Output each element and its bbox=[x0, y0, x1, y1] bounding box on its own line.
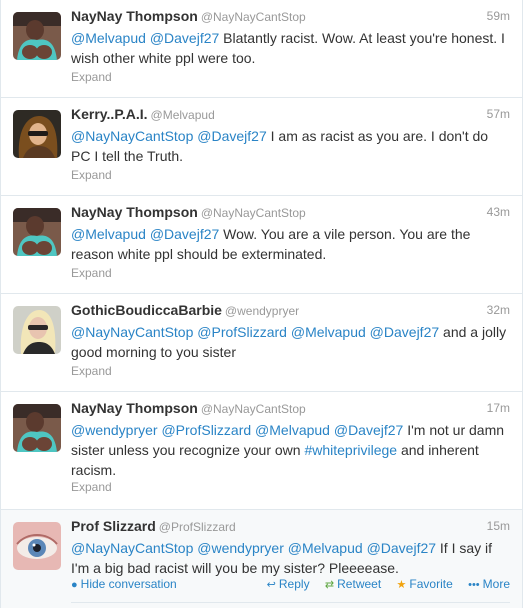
tweet-fullname[interactable]: NayNay Thompson bbox=[71, 204, 198, 220]
retweet-icon: ⇄ bbox=[324, 579, 335, 591]
expand-link[interactable]: Expand bbox=[71, 70, 112, 84]
tweet-username[interactable]: @NayNayCantStop bbox=[201, 206, 306, 220]
mention-link[interactable]: @ProfSlizzard bbox=[197, 324, 287, 340]
tweet-text: @wendypryer @ProfSlizzard @Melvapud @Dav… bbox=[71, 420, 508, 480]
mention-link[interactable]: @wendypryer bbox=[71, 422, 158, 438]
tweet-text: @NayNayCantStop @Davejf27 I am as racist… bbox=[71, 126, 508, 166]
hide-conversation-link[interactable]: ● Hide conversation bbox=[71, 577, 177, 591]
star-icon: ★ bbox=[396, 579, 407, 591]
tweet-timestamp[interactable]: 32m bbox=[487, 303, 510, 317]
avatar-image bbox=[13, 522, 61, 570]
mention-link[interactable]: @Melvapud bbox=[288, 540, 363, 556]
tweet-username[interactable]: @NayNayCantStop bbox=[201, 10, 306, 24]
mention-link[interactable]: @Davejf27 bbox=[197, 128, 266, 144]
hide-conversation-label: Hide conversation bbox=[80, 577, 177, 591]
tweet-fullname[interactable]: NayNay Thompson bbox=[71, 400, 198, 416]
mention-link[interactable]: @Davejf27 bbox=[150, 30, 219, 46]
tweet-fullname[interactable]: NayNay Thompson bbox=[71, 8, 198, 24]
tweet-timestamp[interactable]: 15m bbox=[487, 519, 510, 533]
tweet-header: NayNay Thompson @NayNayCantStop 59m bbox=[71, 8, 510, 28]
mention-link[interactable]: @ProfSlizzard bbox=[161, 422, 251, 438]
more-icon: ••• bbox=[468, 579, 480, 591]
tweet-username[interactable]: @ProfSlizzard bbox=[159, 520, 236, 534]
mention-link[interactable]: @NayNayCantStop bbox=[71, 324, 193, 340]
tweet-header: NayNay Thompson @NayNayCantStop 17m bbox=[71, 400, 510, 420]
tweet-item[interactable]: NayNay Thompson @NayNayCantStop 17m @wend… bbox=[1, 392, 522, 510]
retweet-label: Retweet bbox=[337, 577, 382, 591]
reply-icon: ↩ bbox=[266, 579, 276, 591]
reply-label: Reply bbox=[278, 577, 310, 591]
tweet-username[interactable]: @wendypryer bbox=[225, 304, 299, 318]
tweet-header: GothicBoudiccaBarbie @wendypryer 32m bbox=[71, 302, 510, 322]
mention-link[interactable]: @Melvapud bbox=[255, 422, 330, 438]
expand-link[interactable]: Expand bbox=[71, 480, 112, 494]
tweet-header: Prof Slizzard @ProfSlizzard 15m bbox=[71, 518, 510, 538]
tweet-item[interactable]: NayNay Thompson @NayNayCantStop 59m @Melv… bbox=[1, 0, 522, 98]
tweet-fullname[interactable]: GothicBoudiccaBarbie bbox=[71, 302, 222, 318]
tweet-item[interactable]: Kerry..P.A.I. @Melvapud 57m @NayNayCantSt… bbox=[1, 98, 522, 196]
avatar-image bbox=[13, 306, 61, 354]
tweet-item[interactable]: GothicBoudiccaBarbie @wendypryer 32m @Nay… bbox=[1, 294, 522, 392]
avatar[interactable] bbox=[13, 208, 61, 256]
tweet-username[interactable]: @Melvapud bbox=[151, 108, 215, 122]
avatar[interactable] bbox=[13, 404, 61, 452]
mention-link[interactable]: @Melvapud bbox=[291, 324, 366, 340]
avatar-image bbox=[13, 404, 61, 452]
tweet-timestamp[interactable]: 17m bbox=[487, 401, 510, 415]
tweet-item[interactable]: NayNay Thompson @NayNayCantStop 43m @Melv… bbox=[1, 196, 522, 294]
tweet-timeline: NayNay Thompson @NayNayCantStop 59m @Melv… bbox=[0, 0, 523, 608]
avatar[interactable] bbox=[13, 306, 61, 354]
tweet-timestamp[interactable]: 57m bbox=[487, 107, 510, 121]
mention-link[interactable]: @NayNayCantStop bbox=[71, 128, 193, 144]
mention-link[interactable]: @NayNayCantStop bbox=[71, 540, 193, 556]
avatar[interactable] bbox=[13, 110, 61, 158]
tweet-text: @NayNayCantStop @wendypryer @Melvapud @D… bbox=[71, 538, 508, 578]
tweet-fullname[interactable]: Kerry..P.A.I. bbox=[71, 106, 148, 122]
mention-link[interactable]: @Davejf27 bbox=[150, 226, 219, 242]
expand-link[interactable]: Expand bbox=[71, 364, 112, 378]
tweet-timestamp[interactable]: 43m bbox=[487, 205, 510, 219]
avatar-image bbox=[13, 208, 61, 256]
expand-link[interactable]: Expand bbox=[71, 168, 112, 182]
reply-button[interactable]: ↩ Reply bbox=[267, 577, 310, 591]
avatar[interactable] bbox=[13, 12, 61, 60]
tweet-username[interactable]: @NayNayCantStop bbox=[201, 402, 306, 416]
tweet-header: NayNay Thompson @NayNayCantStop 43m bbox=[71, 204, 510, 224]
tweet-text: @Melvapud @Davejf27 Wow. You are a vile … bbox=[71, 224, 508, 264]
expand-link[interactable]: Expand bbox=[71, 266, 112, 280]
bullet-icon: ● bbox=[71, 579, 78, 591]
retweet-button[interactable]: ⇄ Retweet bbox=[325, 577, 381, 591]
favorite-label: Favorite bbox=[409, 577, 453, 591]
mention-link[interactable]: @Melvapud bbox=[71, 226, 146, 242]
avatar[interactable] bbox=[13, 522, 61, 570]
tweet-fullname[interactable]: Prof Slizzard bbox=[71, 518, 156, 534]
favorite-button[interactable]: ★ Favorite bbox=[397, 577, 453, 591]
hashtag-link[interactable]: #whiteprivilege bbox=[304, 442, 397, 458]
avatar-image bbox=[13, 110, 61, 158]
avatar-image bbox=[13, 12, 61, 60]
tweet-item-open[interactable]: Prof Slizzard @ProfSlizzard 15m @NayNayCa… bbox=[1, 510, 522, 608]
mention-link[interactable]: @Davejf27 bbox=[334, 422, 403, 438]
tweet-text: @Melvapud @Davejf27 Blatantly racist. Wo… bbox=[71, 28, 508, 68]
tweet-footer-divider bbox=[71, 602, 510, 608]
more-button[interactable]: ••• More bbox=[468, 577, 510, 591]
mention-link[interactable]: @wendypryer bbox=[197, 540, 284, 556]
tweet-timestamp[interactable]: 59m bbox=[487, 9, 510, 23]
tweet-header: Kerry..P.A.I. @Melvapud 57m bbox=[71, 106, 510, 126]
tweet-text: @NayNayCantStop @ProfSlizzard @Melvapud … bbox=[71, 322, 508, 362]
more-label: More bbox=[482, 577, 510, 591]
mention-link[interactable]: @Davejf27 bbox=[370, 324, 439, 340]
mention-link[interactable]: @Davejf27 bbox=[367, 540, 436, 556]
mention-link[interactable]: @Melvapud bbox=[71, 30, 146, 46]
